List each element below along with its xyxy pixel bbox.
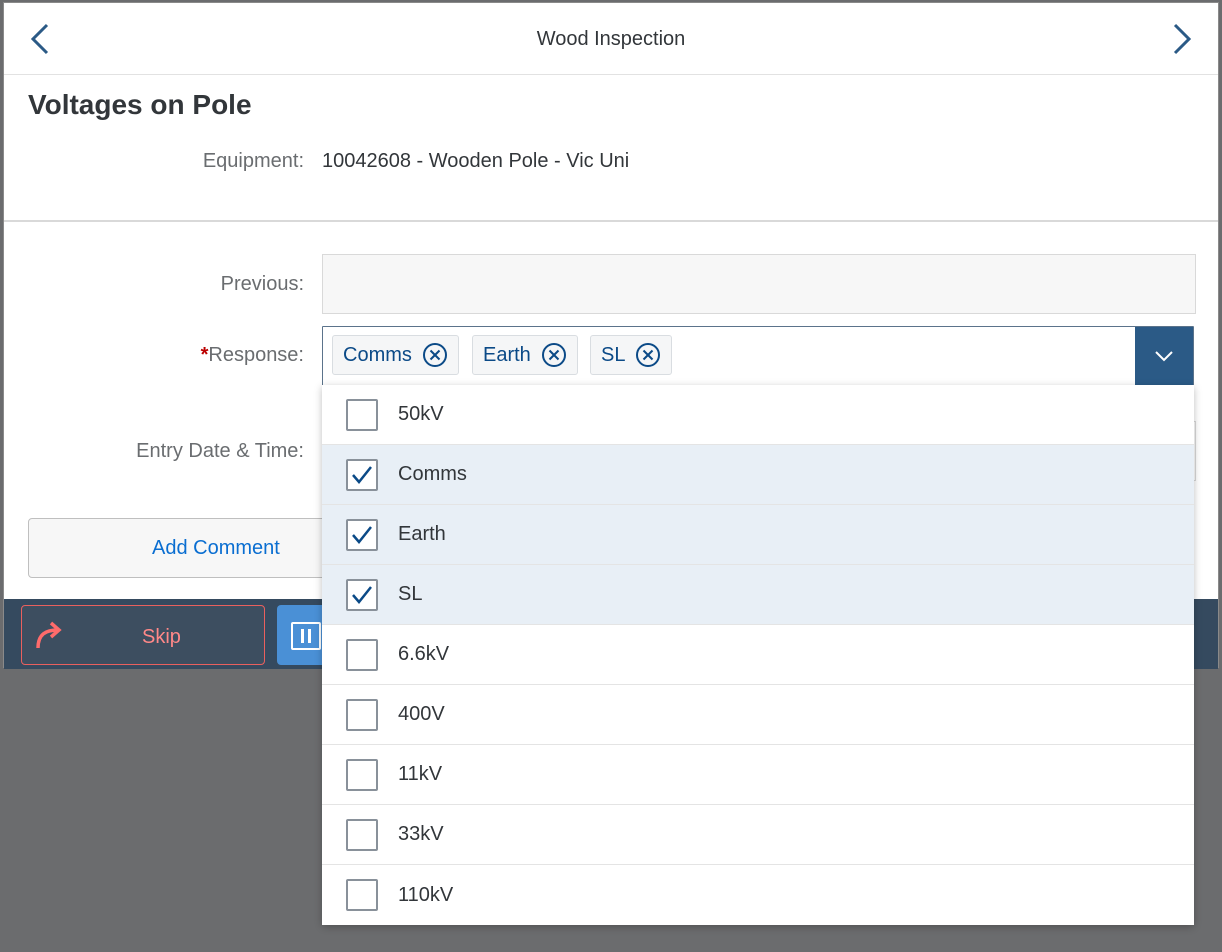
option-label: 50kV bbox=[398, 403, 444, 425]
option-6-6kv[interactable]: 6.6kV bbox=[322, 625, 1194, 685]
remove-token-icon[interactable] bbox=[541, 342, 567, 368]
option-label: Comms bbox=[398, 463, 467, 485]
checkmark-icon bbox=[352, 585, 372, 604]
previous-label: Previous: bbox=[220, 273, 304, 295]
checkbox[interactable] bbox=[346, 518, 378, 551]
pause-icon bbox=[291, 622, 321, 650]
checkbox[interactable] bbox=[346, 638, 378, 671]
chevron-down-icon bbox=[1155, 351, 1173, 362]
checkbox[interactable] bbox=[346, 879, 378, 911]
option-50kv[interactable]: 50kV bbox=[322, 385, 1194, 445]
previous-field bbox=[322, 254, 1196, 314]
chevron-right-icon bbox=[1173, 23, 1192, 55]
checkbox[interactable] bbox=[346, 818, 378, 851]
divider bbox=[4, 220, 1218, 222]
skip-button[interactable]: Skip bbox=[21, 605, 265, 665]
option-33kv[interactable]: 33kV bbox=[322, 805, 1194, 865]
skip-label: Skip bbox=[142, 626, 181, 648]
token-label: Earth bbox=[483, 343, 531, 366]
token-comms[interactable]: Comms bbox=[332, 335, 459, 375]
option-label: 11kV bbox=[398, 763, 443, 785]
entry-datetime-label: Entry Date & Time: bbox=[136, 440, 304, 462]
option-comms[interactable]: Comms bbox=[322, 445, 1194, 505]
nav-header: Wood Inspection bbox=[4, 3, 1218, 75]
token-sl[interactable]: SL bbox=[590, 335, 673, 375]
option-11kv[interactable]: 11kV bbox=[322, 745, 1194, 805]
checkmark-icon bbox=[352, 465, 372, 484]
section-title: Voltages on Pole bbox=[28, 89, 252, 120]
option-sl[interactable]: SL bbox=[322, 565, 1194, 625]
option-label: 33kV bbox=[398, 823, 444, 845]
checkbox[interactable] bbox=[346, 758, 378, 791]
equipment-label: Equipment: bbox=[202, 150, 304, 172]
equipment-value: 10042608 - Wooden Pole - Vic Uni bbox=[322, 150, 630, 172]
option-label: 400V bbox=[398, 703, 445, 725]
token-label: Comms bbox=[343, 343, 412, 366]
response-label: *Response: bbox=[201, 344, 304, 367]
remove-token-icon[interactable] bbox=[635, 342, 661, 368]
checkbox[interactable] bbox=[346, 398, 378, 431]
option-label: 6.6kV bbox=[398, 643, 450, 665]
option-label: Earth bbox=[398, 523, 446, 545]
checkmark-icon bbox=[352, 525, 372, 544]
token-label: SL bbox=[601, 343, 626, 366]
dropdown-button[interactable] bbox=[1135, 327, 1193, 385]
forward-button[interactable] bbox=[1164, 21, 1200, 57]
page-title: Wood Inspection bbox=[536, 28, 686, 50]
checkbox[interactable] bbox=[346, 458, 378, 491]
checkbox[interactable] bbox=[346, 698, 378, 731]
skip-arrow-icon bbox=[34, 620, 68, 655]
option-earth[interactable]: Earth bbox=[322, 505, 1194, 565]
response-options-popover: 50kV Comms Earth SL 6.6kV 400V 11kV 33kV… bbox=[322, 385, 1194, 925]
option-label: SL bbox=[398, 583, 423, 605]
response-multicombobox[interactable]: Comms Earth SL bbox=[322, 326, 1194, 386]
token-earth[interactable]: Earth bbox=[472, 335, 578, 375]
option-110kv[interactable]: 110kV bbox=[322, 865, 1194, 925]
checkbox[interactable] bbox=[346, 578, 378, 611]
remove-token-icon[interactable] bbox=[422, 342, 448, 368]
response-label-text: Response: bbox=[208, 344, 304, 366]
option-400v[interactable]: 400V bbox=[322, 685, 1194, 745]
option-label: 110kV bbox=[398, 883, 454, 906]
